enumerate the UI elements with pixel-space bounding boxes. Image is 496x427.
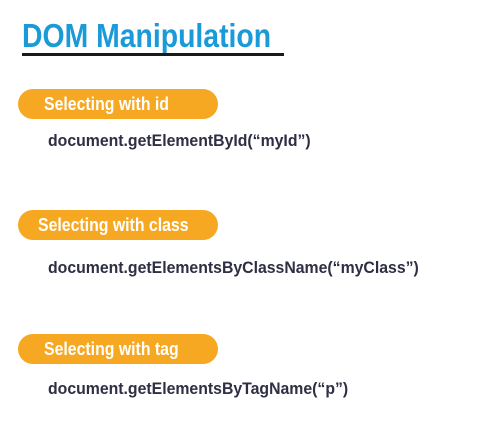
section-label-class-text: Selecting with class (38, 215, 189, 235)
title-underline (22, 53, 284, 56)
section-label-class: Selecting with class (18, 210, 218, 240)
page-title: DOM Manipulation (22, 17, 272, 54)
code-get-elements-by-tag-name: document.getElementsByTagName(“p”) (48, 379, 349, 398)
section-label-tag-text: Selecting with tag (44, 339, 179, 359)
code-get-elements-by-class-name: document.getElementsByClassName(“myClass… (48, 258, 419, 277)
section-label-id: Selecting with id (18, 89, 218, 119)
code-get-element-by-id: document.getElementById(“myId”) (48, 131, 311, 150)
section-label-tag: Selecting with tag (18, 334, 218, 364)
section-label-id-text: Selecting with id (44, 94, 169, 114)
